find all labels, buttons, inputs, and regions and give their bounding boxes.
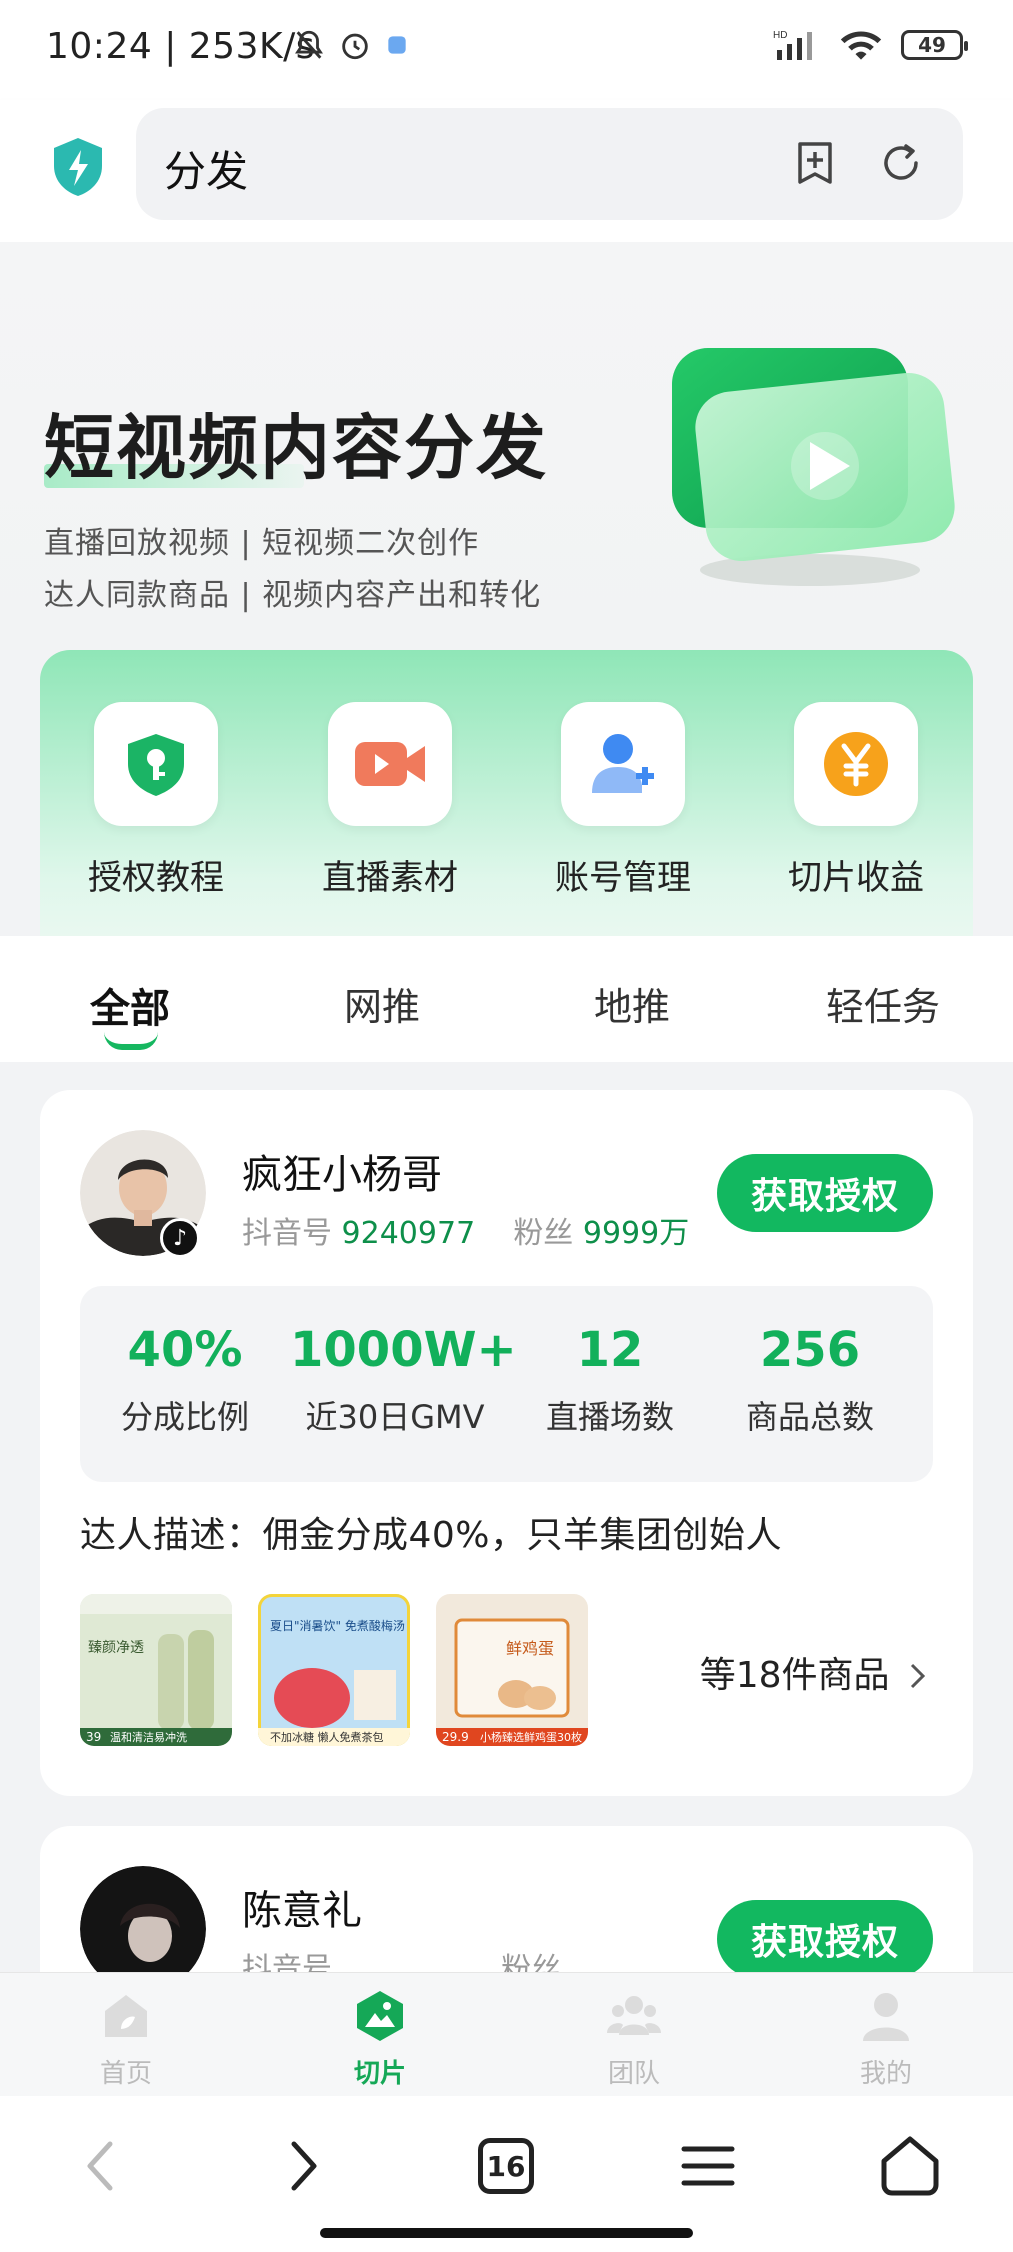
security-shield-icon[interactable] [50,136,106,198]
yen-coin-icon [824,732,888,796]
status-bar: 10:24 | 253K/s HD 49 [0,0,1013,100]
douyin-icon: ♪ [160,1218,200,1258]
creator-name: 陈意礼 [242,1888,362,1934]
tabs-button[interactable]: 16 [466,2126,546,2206]
chevron-right-icon [291,2141,317,2191]
slice-icon [357,1991,403,2041]
product-thumbnail[interactable]: 臻颜净透 39 温和清洁易冲洗 [80,1594,232,1746]
creator-description: 达人描述：佣金分成40%，只羊集团创始人 [80,1515,783,1556]
profile-icon [863,1993,909,2041]
douyin-id: 9240977 [341,1216,476,1251]
gesture-bar [320,2228,693,2238]
svg-text:小杨臻选鲜鸡蛋30枚: 小杨臻选鲜鸡蛋30枚 [480,1730,582,1744]
tab-active-indicator [104,1032,158,1050]
stat-commission: 40% 分成比例 [120,1322,249,1436]
svg-text:夏日"消暑饮" 免煮酸梅汤: 夏日"消暑饮" 免煮酸梅汤 [270,1618,405,1633]
creator-name: 疯狂小杨哥 [242,1152,442,1198]
url-field[interactable]: 分发 [136,108,963,220]
home-outline-icon [881,2136,939,2196]
svg-text:臻颜净透: 臻颜净透 [88,1640,144,1656]
quick-label: 切片收益 [788,858,924,898]
svg-text:29.9: 29.9 [442,1730,469,1744]
home-icon [105,1995,147,2037]
svg-text:温和清洁易冲洗: 温和清洁易冲洗 [110,1730,187,1744]
stat-live-sessions: 12 直播场数 [545,1322,674,1436]
tab-count: 16 [478,2138,534,2194]
stat-product-total: 256 商品总数 [745,1322,874,1436]
home-button[interactable] [870,2126,950,2206]
forward-button[interactable] [264,2126,344,2206]
browser-address-bar: 分发 [0,100,1013,242]
hero-banner: 短视频内容分发 直播回放视频 | 短视频二次创作 达人同款商品 | 视频内容产出… [0,242,1013,650]
hero-subtitle-1: 直播回放视频 | 短视频二次创作 [44,526,480,561]
video-camera-icon [355,742,425,786]
url-text: 分发 [164,147,249,196]
svg-text:39: 39 [86,1730,101,1744]
svg-text:不加冰糖 懒人免煮茶包: 不加冰糖 懒人免煮茶包 [270,1730,384,1744]
cell-signal-icon: HD [773,30,812,60]
get-authorization-button[interactable]: 获取授权 [717,1900,933,1978]
quick-label: 授权教程 [88,858,224,898]
menu-button[interactable] [668,2126,748,2206]
nav-profile[interactable]: 我的 [826,1989,946,2090]
browser-toolbar: 16 [0,2096,1013,2252]
product-thumbnail[interactable]: 夏日"消暑饮" 免煮酸梅汤 不加冰糖 懒人免煮茶包 [258,1594,410,1746]
hero-subtitle-2: 达人同款商品 | 视频内容产出和转化 [44,578,542,613]
nav-team[interactable]: 团队 [574,1989,694,2090]
quick-live-material[interactable]: 直播素材 [290,702,490,899]
fans-count: 9999万 [582,1216,690,1251]
quick-slice-income[interactable]: 切片收益 [756,702,956,899]
svg-text:HD: HD [773,30,787,41]
nav-slice[interactable]: 切片 [320,1989,440,2090]
hamburger-menu-icon [681,2146,735,2186]
back-button[interactable] [60,2126,140,2206]
chevron-left-icon [87,2141,113,2191]
bell-off-icon [295,30,323,59]
video-play-illustration [672,348,955,586]
tab-light-task[interactable]: 轻任务 [826,976,940,1031]
tab-online-push[interactable]: 网推 [344,976,420,1031]
shield-key-icon [128,734,184,796]
status-time: 10:24 | 253K/s [46,26,315,67]
quick-entries: 授权教程 直播素材 账号管理 切片收益 [40,650,973,936]
team-icon [607,1996,661,2035]
alarm-icon [342,33,368,60]
svg-text:鲜鸡蛋: 鲜鸡蛋 [506,1639,554,1658]
add-bookmark-icon[interactable] [790,138,840,188]
more-products-link[interactable]: 等18件商品 [700,1646,929,1698]
notification-icon [388,36,406,54]
add-user-icon [592,734,654,793]
quick-label: 账号管理 [555,858,691,898]
quick-label: 直播素材 [322,858,458,898]
creator-meta: 抖音号 9240977 粉丝 9999万 [242,1216,690,1251]
battery-icon: 49 [901,30,968,60]
creator-card[interactable]: ♪ 疯狂小杨哥 抖音号 9240977 粉丝 9999万 获取授权 40% 分成… [40,1090,973,1796]
tab-offline-push[interactable]: 地推 [594,976,670,1031]
hero-title: 短视频内容分发 [44,407,548,489]
refresh-icon[interactable] [876,138,926,188]
chevron-right-icon [910,1663,926,1689]
app-bottom-nav: 首页 切片 团队 我的 [0,1972,1013,2096]
category-tabs: 全部 网推 地推 轻任务 [0,936,1013,1062]
creator-stats: 40% 分成比例 1000W+ 近30日GMV 12 直播场数 256 商品总数 [80,1286,933,1482]
nav-home[interactable]: 首页 [66,1989,186,2090]
quick-account-manage[interactable]: 账号管理 [523,702,723,899]
quick-auth-tutorial[interactable]: 授权教程 [56,702,256,899]
tab-all[interactable]: 全部 [90,976,170,1034]
stat-gmv: 1000W+ 近30日GMV [290,1322,517,1436]
get-authorization-button[interactable]: 获取授权 [717,1154,933,1232]
product-thumbnail[interactable]: 鲜鸡蛋 29.9 小杨臻选鲜鸡蛋30枚 [436,1594,588,1746]
wifi-icon [840,31,882,60]
